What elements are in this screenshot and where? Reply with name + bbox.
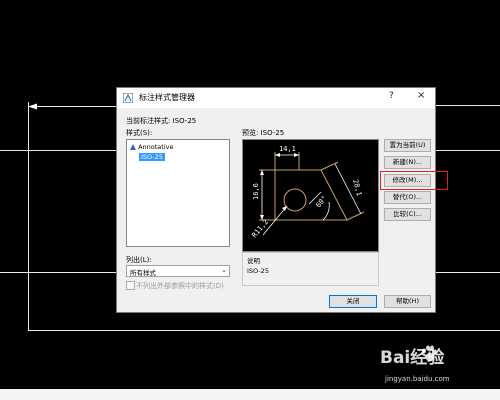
new-button[interactable]: 新建(N)... [384, 156, 431, 169]
cad-line [0, 150, 116, 151]
watermark-url: jingyan.baidu.com [385, 375, 450, 383]
title-bar[interactable]: 标注样式管理器 ? × [117, 88, 435, 108]
help-icon[interactable]: ? [389, 91, 394, 101]
set-current-button[interactable]: 置为当前(U) [384, 139, 431, 152]
xref-checkbox[interactable] [126, 281, 135, 290]
list-label: 列出(L): [126, 256, 152, 264]
cad-line [28, 330, 500, 331]
close-icon[interactable]: × [417, 90, 425, 101]
dim-left: 16,6 [252, 183, 260, 200]
chevron-down-icon: ⌄ [221, 266, 227, 274]
style-name: ISO-25 [139, 153, 165, 161]
help-button[interactable]: 帮助(H) [384, 295, 431, 308]
current-style-label: 当前标注样式: ISO-25 [126, 117, 197, 125]
annotative-icon [130, 144, 136, 150]
list-of-select[interactable]: 所有样式 ⌄ [126, 265, 230, 277]
dim-right: 28,1 [351, 178, 363, 196]
cad-line [0, 272, 116, 273]
highlight-box [380, 171, 448, 190]
override-button[interactable]: 替代(O)... [384, 191, 431, 204]
cad-line [28, 106, 116, 107]
list-value: 所有样式 [130, 269, 156, 277]
styles-label: 样式(S): [126, 129, 153, 137]
cad-line [436, 105, 500, 106]
cad-line [28, 111, 29, 331]
dialog-title: 标注样式管理器 [139, 93, 195, 102]
style-name: Annotative [138, 143, 174, 151]
dimension-preview-drawing: 14,1 16,6 28,1 60° R11,2 [250, 145, 365, 239]
styles-list[interactable]: Annotative ISO-25 [126, 139, 230, 247]
dim-radius: R11,2 [250, 218, 270, 239]
description-value: ISO-25 [247, 267, 269, 275]
xref-checkbox-label: 不列出外部参照中的样式(D) [136, 282, 224, 290]
cad-line [436, 150, 500, 151]
arrow-icon [28, 103, 37, 110]
dim-top: 14,1 [279, 145, 296, 153]
cad-line [436, 272, 500, 273]
description-box: 说明 ISO-25 [242, 252, 379, 286]
preview-label: 预览: ISO-25 [242, 129, 285, 137]
list-item[interactable]: Annotative [130, 143, 173, 151]
compare-button[interactable]: 比较(C)... [384, 208, 431, 221]
watermark-brand: Bai经验 [380, 348, 445, 368]
watermark: Bai经验 jingyan.baidu.com [380, 343, 498, 393]
dimension-style-manager-dialog: 标注样式管理器 ? × 当前标注样式: ISO-25 样式(S): 预览: IS… [116, 87, 436, 313]
list-item[interactable]: ISO-25 [139, 153, 165, 161]
dimension-style-icon [123, 93, 133, 103]
preview-pane: 14,1 16,6 28,1 60° R11,2 [242, 139, 379, 252]
description-label: 说明 [247, 257, 260, 265]
close-button[interactable]: 关闭 [329, 295, 377, 308]
